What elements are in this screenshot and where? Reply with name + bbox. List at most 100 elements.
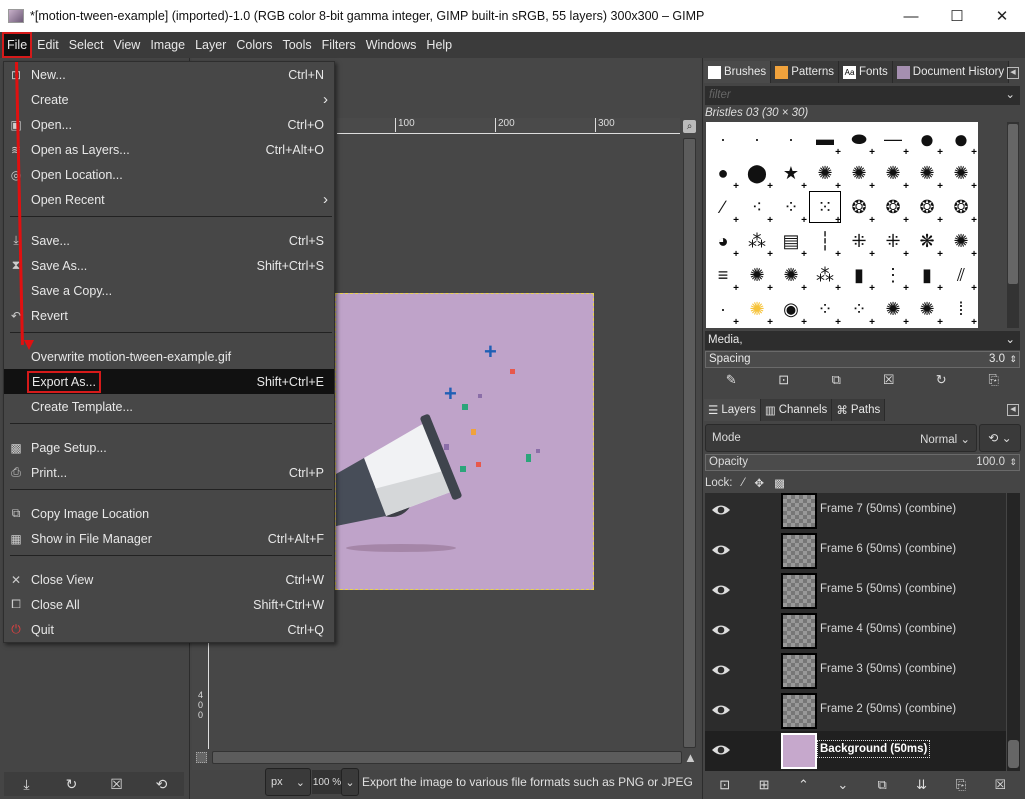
- vertical-scrollbar[interactable]: [683, 138, 696, 748]
- brush-preview[interactable]: ✺ +: [774, 258, 808, 295]
- menu-layer[interactable]: Layer: [190, 32, 231, 58]
- brush-preview[interactable]: ▬ +: [808, 122, 842, 159]
- brush-preview[interactable]: ·: [706, 122, 740, 156]
- brush-filter-input[interactable]: filter ⌄: [705, 86, 1020, 105]
- menu-item-print[interactable]: ⎙ Print... Ctrl+P: [4, 460, 334, 485]
- layer-name[interactable]: Background (50ms): [816, 740, 931, 758]
- brush-preview[interactable]: ❋ +: [910, 224, 944, 261]
- brush-preview[interactable]: — +: [876, 122, 910, 159]
- layer-scrollbar[interactable]: [1007, 493, 1020, 771]
- brush-preview[interactable]: ✺ +: [740, 258, 774, 295]
- brush-preview[interactable]: ✺ +: [876, 292, 910, 329]
- zoom-level-field[interactable]: 100 %: [312, 770, 342, 794]
- brush-scrollbar[interactable]: [1007, 122, 1019, 328]
- menu-item-open-location[interactable]: ◎ Open Location...: [4, 162, 334, 187]
- quick-mask-toggle[interactable]: [196, 752, 207, 763]
- delete-layer-icon[interactable]: ☒: [991, 776, 1009, 794]
- eye-icon[interactable]: [711, 703, 731, 717]
- brush-preview[interactable]: ❂ +: [842, 190, 876, 227]
- menu-tools[interactable]: Tools: [277, 32, 316, 58]
- menu-item-copy-location[interactable]: ⧉ Copy Image Location: [4, 501, 334, 526]
- layer-row[interactable]: Frame 2 (50ms) (combine): [705, 691, 1006, 731]
- brush-preview[interactable]: ❂ +: [876, 190, 910, 227]
- horizontal-scrollbar[interactable]: [212, 751, 682, 764]
- save-tool-preset-icon[interactable]: ⤓: [19, 776, 35, 792]
- opacity-spinner[interactable]: Opacity 100.0 ⇕: [705, 454, 1020, 471]
- layer-row[interactable]: Frame 3 (50ms) (combine): [705, 651, 1006, 691]
- tab-patterns[interactable]: Patterns: [771, 61, 840, 83]
- open-brush-as-image-icon[interactable]: ⎘: [985, 371, 1003, 389]
- composite-mode-button[interactable]: ⟲ ⌄: [979, 424, 1021, 452]
- menu-item-overwrite[interactable]: Overwrite motion-tween-example.gif: [4, 344, 334, 369]
- layer-name[interactable]: Frame 2 (50ms) (combine): [820, 703, 956, 715]
- brush-preview[interactable]: ❂ +: [944, 190, 978, 227]
- merge-layer-icon[interactable]: ⇊: [913, 776, 931, 794]
- brush-preview[interactable]: ┆ +: [808, 224, 842, 261]
- brush-preview[interactable]: ● +: [944, 122, 978, 159]
- brush-preview[interactable]: ● +: [706, 156, 740, 193]
- eye-icon[interactable]: [711, 543, 731, 557]
- brush-preview[interactable]: ✺ +: [910, 156, 944, 193]
- menu-item-page-setup[interactable]: ▩ Page Setup...: [4, 435, 334, 460]
- brush-preview[interactable]: ❂ +: [910, 190, 944, 227]
- brush-preview[interactable]: · +: [706, 292, 740, 329]
- brush-preview[interactable]: ·: [774, 122, 808, 156]
- menu-image[interactable]: Image: [145, 32, 190, 58]
- brush-preview[interactable]: ✺ +: [944, 156, 978, 193]
- brush-preview[interactable]: ⁂ +: [808, 258, 842, 295]
- brush-preview[interactable]: ◕ +: [706, 224, 740, 261]
- brush-preview[interactable]: ✺ +: [910, 292, 944, 329]
- brush-preview[interactable]: ✺ +: [740, 292, 774, 329]
- brush-preview[interactable]: ⋮ +: [876, 258, 910, 295]
- menu-colors[interactable]: Colors: [231, 32, 277, 58]
- spacing-spinner[interactable]: Spacing 3.0 ⇕: [705, 351, 1020, 368]
- tab-channels[interactable]: ▥ Channels: [760, 399, 833, 421]
- brush-preview[interactable]: ▮ +: [910, 258, 944, 295]
- lock-position-icon[interactable]: ✥: [754, 476, 764, 490]
- unit-selector[interactable]: px ⌄: [265, 768, 311, 796]
- menu-item-show-in-file-manager[interactable]: ▦ Show in File Manager Ctrl+Alt+F: [4, 526, 334, 551]
- brush-preview[interactable]: ≡ +: [706, 258, 740, 295]
- brush-preview[interactable]: ✺ +: [876, 156, 910, 193]
- maximize-button[interactable]: ☐: [934, 0, 980, 32]
- brush-preview[interactable]: ⁙ +: [808, 190, 842, 226]
- spin-arrows-icon[interactable]: ⇕: [1009, 455, 1017, 470]
- brush-preview[interactable]: ▮ +: [842, 258, 876, 295]
- menu-select[interactable]: Select: [64, 32, 109, 58]
- brush-preview[interactable]: ✺ +: [808, 156, 842, 193]
- brush-grid[interactable]: · · · ▬ + ⬬ + — + ● + ● + ● + ⬤ + ★ + ✺ + ✺ + ✺ + ✺ + ✺ + ∕ + ⁖ + ⁘ + ⁙ + ❂ + ❂…: [706, 122, 978, 328]
- menu-windows[interactable]: Windows: [361, 32, 422, 58]
- menu-item-open[interactable]: ▣Open...Ctrl+O: [4, 112, 334, 137]
- brush-preview[interactable]: ▤ +: [774, 224, 808, 261]
- menu-help[interactable]: Help: [421, 32, 457, 58]
- menu-item-create[interactable]: Create ›: [4, 87, 334, 112]
- brush-preview[interactable]: ⁘ +: [774, 190, 808, 227]
- brush-tag-input[interactable]: Media, ⌄: [705, 331, 1020, 350]
- refresh-brushes-icon[interactable]: ↻: [932, 371, 950, 389]
- layer-name[interactable]: Frame 7 (50ms) (combine): [820, 503, 956, 515]
- menu-item-save-as[interactable]: ⧗ Save As... Shift+Ctrl+S: [4, 253, 334, 278]
- eye-icon[interactable]: [711, 583, 731, 597]
- brush-preview[interactable]: ⁞ +: [944, 292, 978, 329]
- menu-item-revert[interactable]: ↶ Revert: [4, 303, 334, 328]
- brush-preview[interactable]: ✺ +: [944, 224, 978, 261]
- menu-item-quit[interactable]: ⏻ Quit Ctrl+Q: [4, 617, 334, 642]
- brush-preview[interactable]: ⬬ +: [842, 122, 876, 159]
- add-mask-icon[interactable]: ⎘: [952, 776, 970, 794]
- panel-menu-icon[interactable]: ◀: [1007, 404, 1019, 416]
- menu-view[interactable]: View: [108, 32, 145, 58]
- tab-document-history[interactable]: Document History: [892, 61, 1010, 83]
- menu-item-save-copy[interactable]: Save a Copy...: [4, 278, 334, 303]
- layer-name[interactable]: Frame 3 (50ms) (combine): [820, 663, 956, 675]
- menu-edit[interactable]: Edit: [32, 32, 64, 58]
- menu-item-new[interactable]: ⊡New...Ctrl+N: [4, 62, 334, 87]
- eye-icon[interactable]: [711, 503, 731, 517]
- menu-item-close-view[interactable]: ✕ Close View Ctrl+W: [4, 567, 334, 592]
- duplicate-layer-icon[interactable]: ⧉: [873, 776, 891, 794]
- chevron-down-icon[interactable]: ⌄: [1005, 86, 1015, 105]
- menu-item-create-template[interactable]: Create Template...: [4, 394, 334, 419]
- lock-alpha-icon[interactable]: ▩: [774, 476, 785, 490]
- menu-item-close-all[interactable]: ⧠ Close All Shift+Ctrl+W: [4, 592, 334, 617]
- lock-pixels-icon[interactable]: ⁄: [743, 477, 745, 489]
- brush-preview[interactable]: ⁘ +: [842, 292, 876, 329]
